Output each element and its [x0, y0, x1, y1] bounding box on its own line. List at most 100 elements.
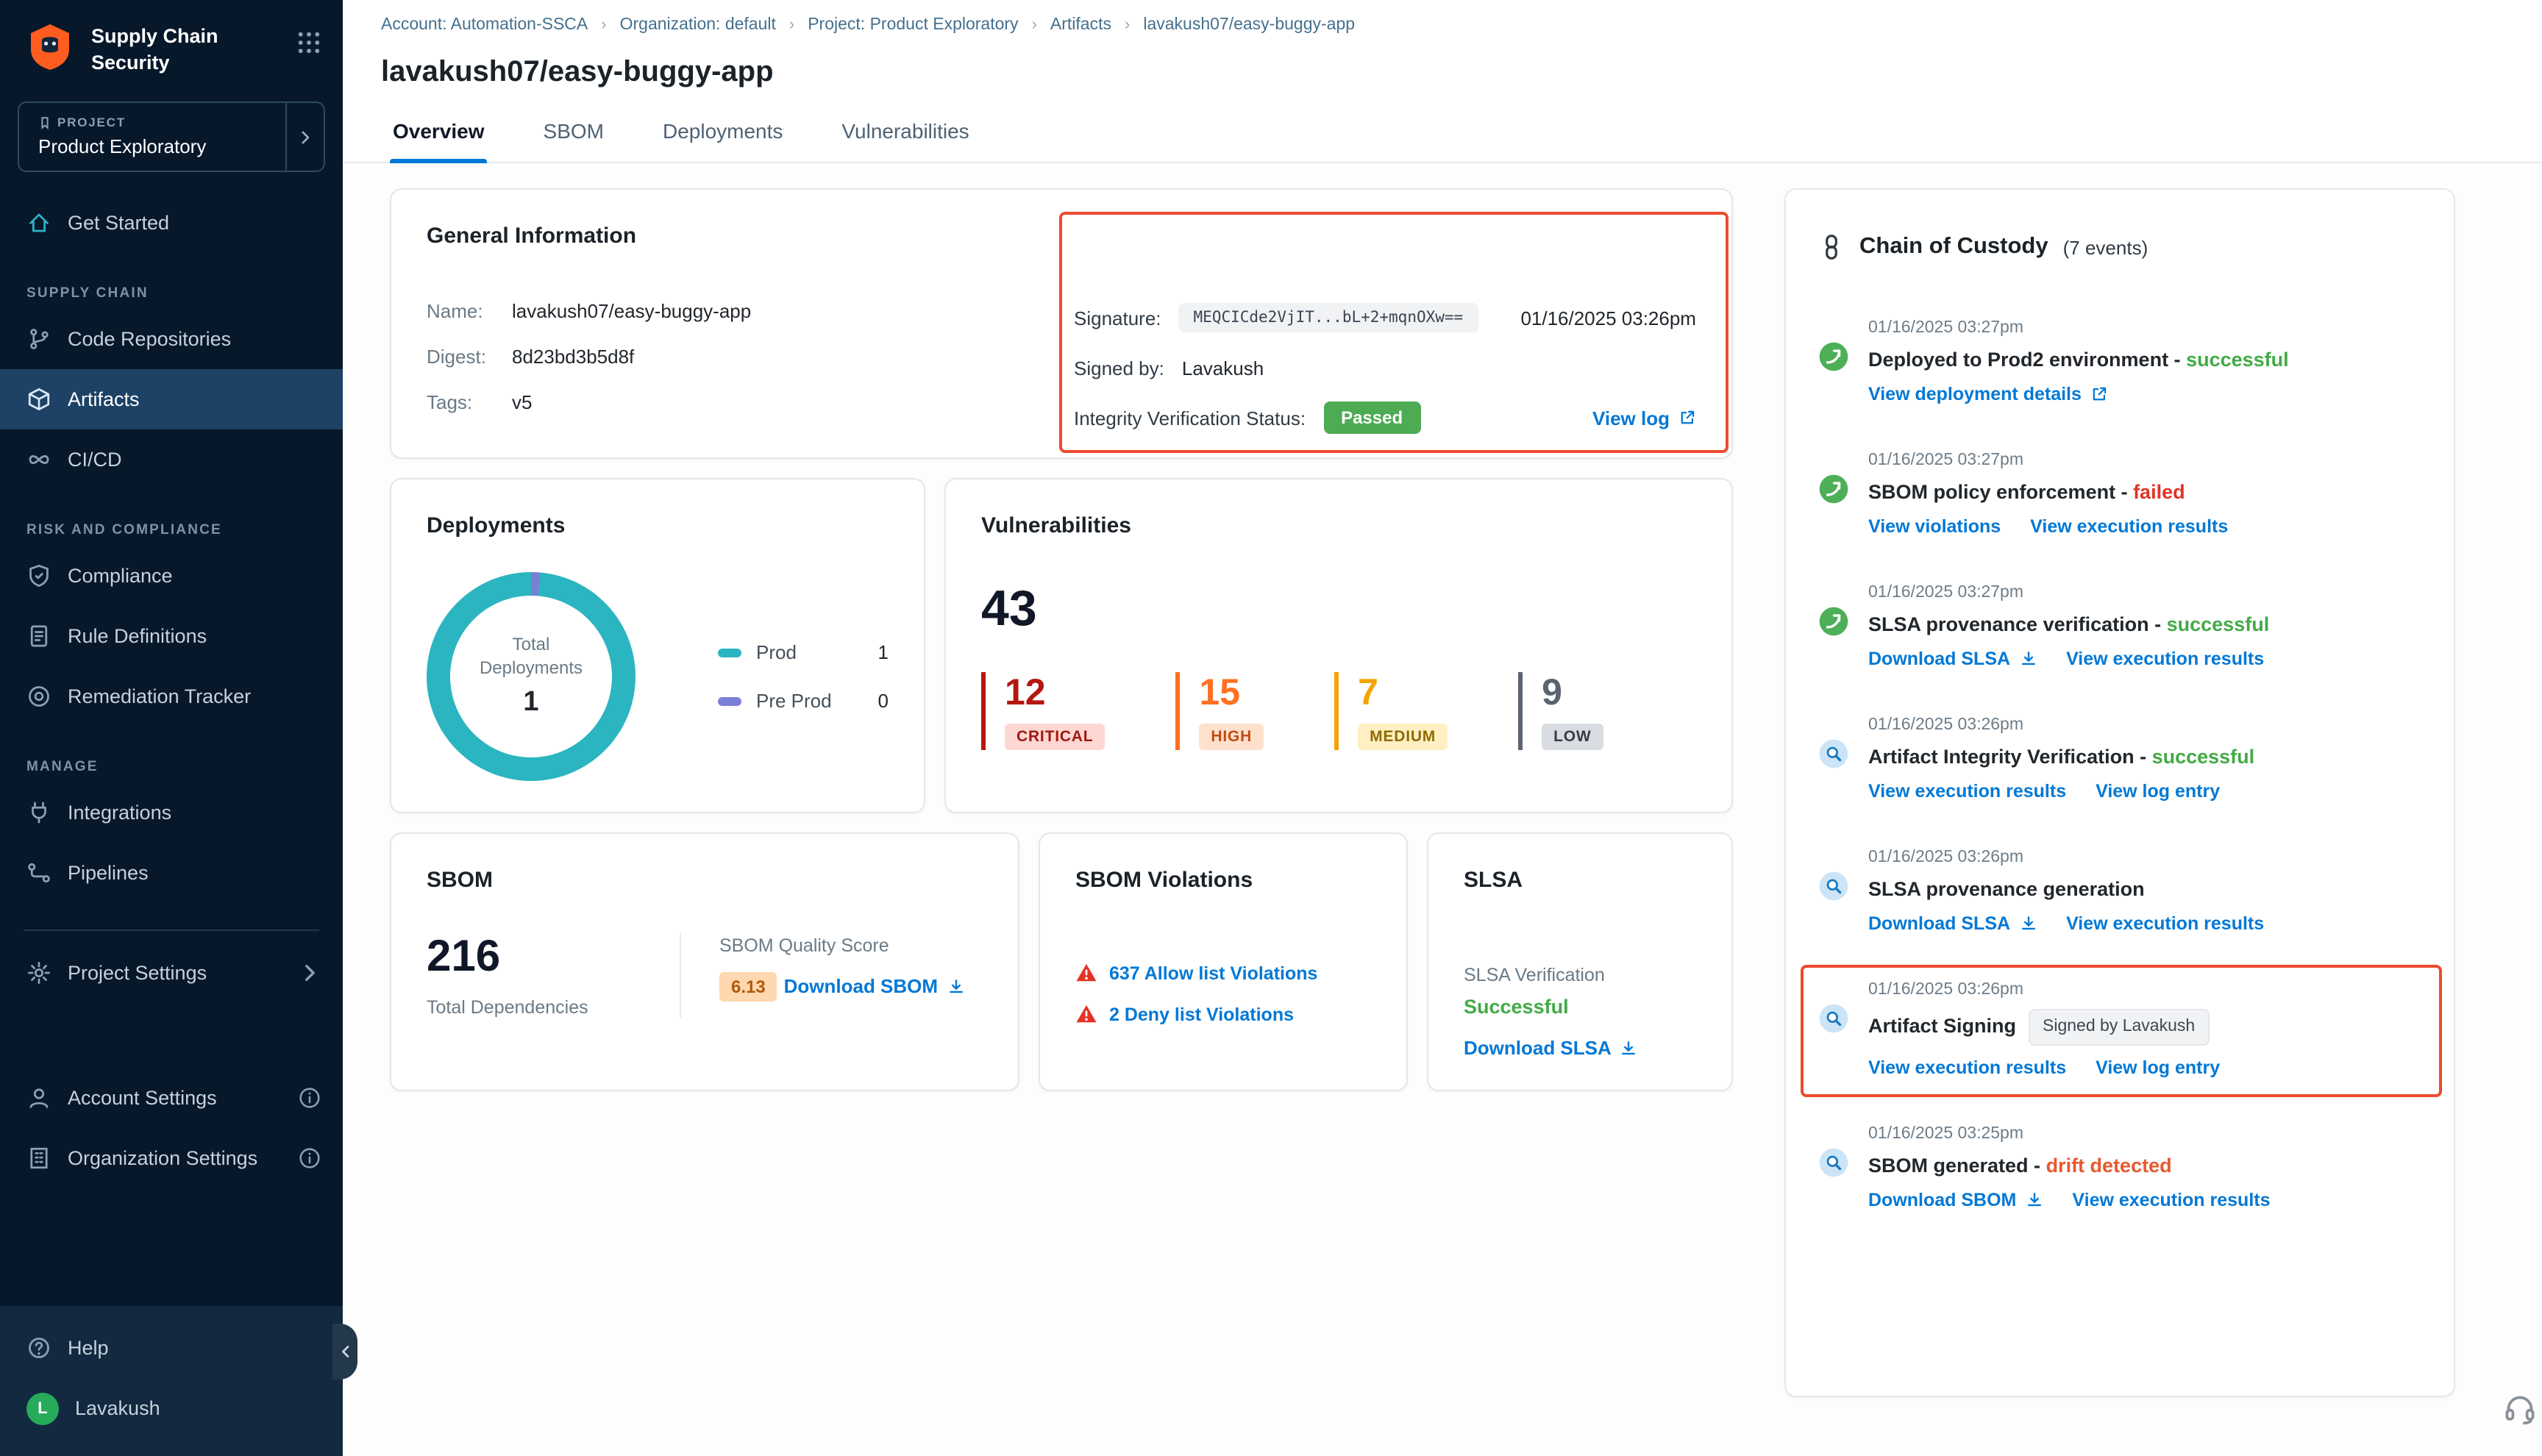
sidebar-item-label: Rule Definitions: [68, 625, 207, 647]
sidebar-item-help[interactable]: Help: [0, 1318, 343, 1378]
download-icon: [947, 977, 964, 995]
legend-row: Pre Prod0: [718, 690, 889, 712]
event-time: 01/16/2025 03:27pm: [1868, 452, 2421, 471]
event-title: Artifact SigningSigned by Lavakush: [1868, 1009, 2421, 1046]
download-icon: [2019, 650, 2037, 668]
breadcrumb-item[interactable]: Account: Automation-SSCA: [381, 16, 588, 34]
sidebar-item-code-repositories[interactable]: Code Repositories: [0, 309, 343, 369]
event-link[interactable]: View execution results: [2072, 1190, 2270, 1210]
sidebar-item-get-started[interactable]: Get Started: [0, 193, 343, 253]
event-title-text: Artifact Signing: [1868, 1015, 2016, 1037]
card-title: Vulnerabilities: [981, 512, 1696, 540]
sidebar-item-integrations[interactable]: Integrations: [0, 782, 343, 843]
event-time: 01/16/2025 03:26pm: [1868, 716, 2421, 735]
event-link[interactable]: Download SLSA: [1868, 649, 2037, 669]
sidebar-collapse-handle[interactable]: [332, 1324, 357, 1380]
page-title: lavakush07/easy-buggy-app: [381, 56, 2504, 90]
chain-events: 01/16/2025 03:27pmDeployed to Prod2 envi…: [1818, 319, 2421, 1210]
violation-link[interactable]: 2 Deny list Violations: [1109, 1004, 1294, 1024]
gear-icon: [26, 960, 51, 985]
sbom-body: 216 Total Dependencies SBOM Quality Scor…: [427, 932, 983, 1018]
tab-deployments[interactable]: Deployments: [660, 119, 786, 162]
event-title-text: SLSA provenance generation: [1868, 878, 2145, 900]
event-link[interactable]: View log entry: [2096, 781, 2220, 802]
donut-center-label: Total Deployments: [468, 635, 594, 680]
sidebar-item-rule-definitions[interactable]: Rule Definitions: [0, 606, 343, 666]
event-link[interactable]: View execution results: [1868, 781, 2066, 802]
sidebar-footer: Help L Lavakush: [0, 1306, 343, 1456]
event-title: Artifact Integrity Verification - succes…: [1868, 744, 2421, 769]
sidebar-item-remediation-tracker[interactable]: Remediation Tracker: [0, 666, 343, 727]
violation-row: 637 Allow list Violations: [1075, 962, 1371, 984]
sidebar-item-compliance[interactable]: Compliance: [0, 546, 343, 606]
app-grid-icon[interactable]: [296, 29, 322, 56]
project-selector[interactable]: PROJECT Product Exploratory: [18, 101, 325, 172]
sidebar-item-ci-cd[interactable]: CI/CD: [0, 429, 343, 490]
event-link[interactable]: View violations: [1868, 516, 2001, 537]
breadcrumb: Account: Automation-SSCA›Organization: d…: [343, 15, 2542, 35]
sidebar-item-organization-settings[interactable]: Organization Settings: [0, 1128, 343, 1188]
breadcrumb-item[interactable]: Artifacts: [1050, 16, 1111, 34]
event-title-text: SBOM policy enforcement -: [1868, 481, 2133, 503]
sidebar-item-pipelines[interactable]: Pipelines: [0, 843, 343, 903]
vuln-count: 7: [1358, 672, 1448, 713]
field-value: lavakush07/easy-buggy-app: [512, 300, 751, 324]
event-link[interactable]: View log entry: [2096, 1057, 2220, 1078]
vuln-stat-low: 9LOW: [1518, 672, 1603, 750]
breadcrumb-item[interactable]: lavakush07/easy-buggy-app: [1143, 16, 1355, 34]
doc-icon: [26, 624, 51, 649]
custody-event: 01/16/2025 03:26pmSLSA provenance genera…: [1818, 849, 2421, 934]
view-log-link[interactable]: View log: [1592, 407, 1696, 429]
sidebar-item-artifacts[interactable]: Artifacts: [0, 369, 343, 429]
content-area: General Information Name:lavakush07/easy…: [343, 163, 2542, 1456]
vuln-severity-badge: LOW: [1542, 724, 1603, 750]
cards-row-2: Deployments Total Deployments 1 Prod1Pre…: [390, 478, 1733, 813]
signature-value: MEQCICde2VjIT...bL+2+mqnOXw==: [1179, 303, 1478, 332]
signature-label: Signature:: [1074, 307, 1161, 329]
signature-block: Signature: MEQCICde2VjIT...bL+2+mqnOXw==…: [1074, 300, 1696, 450]
event-link[interactable]: View execution results: [2066, 913, 2264, 934]
event-link[interactable]: View execution results: [1868, 1057, 2066, 1078]
breadcrumb-item[interactable]: Organization: default: [620, 16, 776, 34]
divider: [24, 929, 319, 931]
external-link-icon: [1678, 409, 1696, 427]
tab-vulnerabilities[interactable]: Vulnerabilities: [839, 119, 972, 162]
legend-label: Prod: [756, 641, 797, 663]
event-time: 01/16/2025 03:27pm: [1868, 584, 2421, 603]
sidebar-item-project-settings[interactable]: Project Settings: [0, 943, 343, 1003]
deploy-event-icon: [1818, 341, 1849, 372]
tab-overview[interactable]: Overview: [390, 119, 488, 162]
sidebar-item-account-settings[interactable]: Account Settings: [0, 1068, 343, 1128]
slsa-card: SLSA SLSA Verification Successful Downlo…: [1427, 832, 1733, 1091]
info-icon: [297, 1146, 322, 1171]
quality-score-badge: 6.13: [719, 972, 777, 1002]
tab-sbom[interactable]: SBOM: [541, 119, 607, 162]
event-link[interactable]: View execution results: [2066, 649, 2264, 669]
user-menu[interactable]: L Lavakush: [0, 1378, 343, 1438]
event-status: failed: [2133, 481, 2185, 503]
event-links: Download SBOM View execution results: [1868, 1190, 2421, 1210]
event-links: Download SLSA View execution results: [1868, 913, 2421, 934]
info-field-row: Name:lavakush07/easy-buggy-app: [427, 300, 1074, 324]
legend-value: 0: [878, 690, 889, 712]
download-sbom-link[interactable]: Download SBOM: [784, 975, 964, 997]
sidebar-item-label: Integrations: [68, 802, 171, 824]
sidebar-item-label: Help: [68, 1337, 109, 1359]
warning-icon: [1075, 962, 1097, 984]
sidebar-item-label: Pipelines: [68, 862, 149, 884]
event-links: View execution results View log entry: [1868, 781, 2421, 802]
download-slsa-link[interactable]: Download SLSA: [1464, 1037, 1638, 1059]
event-link[interactable]: View execution results: [2030, 516, 2228, 537]
nav-section-heading: MANAGE: [26, 759, 343, 775]
app-root: Supply Chain Security PROJECT Product Ex…: [0, 0, 2542, 1456]
vuln-count: 12: [1005, 672, 1105, 713]
violation-link[interactable]: 637 Allow list Violations: [1109, 963, 1317, 983]
headset-icon[interactable]: [2502, 1391, 2538, 1427]
breadcrumb-item[interactable]: Project: Product Exploratory: [808, 16, 1018, 34]
event-link[interactable]: Download SBOM: [1868, 1190, 2043, 1210]
event-link[interactable]: Download SLSA: [1868, 913, 2037, 934]
vuln-stat-high: 15HIGH: [1175, 672, 1264, 750]
card-title: Deployments: [427, 512, 889, 540]
event-time: 01/16/2025 03:27pm: [1868, 319, 2421, 338]
event-link[interactable]: View deployment details: [1868, 384, 2108, 404]
